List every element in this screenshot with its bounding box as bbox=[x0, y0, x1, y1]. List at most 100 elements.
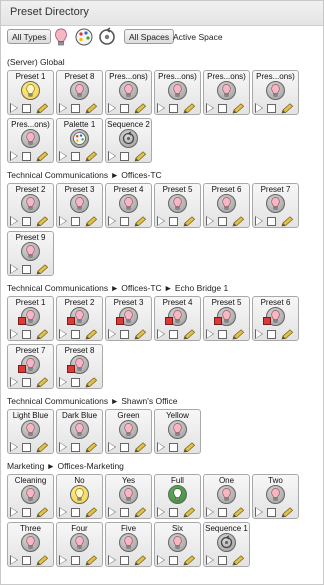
edit-pencil-icon[interactable] bbox=[35, 376, 49, 388]
edit-pencil-icon[interactable] bbox=[84, 102, 98, 114]
preset-tile[interactable]: Dark Blue bbox=[56, 409, 103, 454]
preset-tile[interactable]: Two bbox=[252, 474, 299, 519]
edit-pencil-icon[interactable] bbox=[231, 554, 245, 566]
edit-pencil-icon[interactable] bbox=[133, 506, 147, 518]
stop-checkbox[interactable] bbox=[169, 217, 178, 226]
preset-tile[interactable]: Sequence 2 bbox=[105, 118, 152, 163]
edit-pencil-icon[interactable] bbox=[133, 215, 147, 227]
preset-tile[interactable]: Preset 2 bbox=[7, 183, 54, 228]
stop-checkbox[interactable] bbox=[169, 104, 178, 113]
preset-tile[interactable]: Four bbox=[56, 522, 103, 567]
edit-pencil-icon[interactable] bbox=[35, 215, 49, 227]
edit-pencil-icon[interactable] bbox=[182, 441, 196, 453]
stop-checkbox[interactable] bbox=[22, 378, 31, 387]
preset-tile[interactable]: Sequence 1 bbox=[203, 522, 250, 567]
preset-tile[interactable]: No bbox=[56, 474, 103, 519]
preset-tile[interactable]: Preset 7 bbox=[252, 183, 299, 228]
stop-checkbox[interactable] bbox=[120, 556, 129, 565]
edit-pencil-icon[interactable] bbox=[35, 263, 49, 275]
preset-tile[interactable]: Three bbox=[7, 522, 54, 567]
preset-tile[interactable]: Preset 1 bbox=[7, 296, 54, 341]
stop-checkbox[interactable] bbox=[267, 104, 276, 113]
lightbulb-filter-icon[interactable] bbox=[51, 27, 71, 47]
preset-tile[interactable]: Preset 4 bbox=[105, 183, 152, 228]
edit-pencil-icon[interactable] bbox=[35, 554, 49, 566]
edit-pencil-icon[interactable] bbox=[231, 215, 245, 227]
preset-tile[interactable]: Palette 1 bbox=[56, 118, 103, 163]
preset-tile[interactable]: Preset 3 bbox=[105, 296, 152, 341]
stop-checkbox[interactable] bbox=[71, 378, 80, 387]
edit-pencil-icon[interactable] bbox=[84, 328, 98, 340]
stop-checkbox[interactable] bbox=[71, 556, 80, 565]
stop-checkbox[interactable] bbox=[22, 217, 31, 226]
stop-checkbox[interactable] bbox=[218, 508, 227, 517]
all-types-button[interactable]: All Types bbox=[7, 29, 52, 44]
stop-checkbox[interactable] bbox=[22, 330, 31, 339]
preset-tile[interactable]: Six bbox=[154, 522, 201, 567]
stop-checkbox[interactable] bbox=[120, 104, 129, 113]
preset-tile[interactable]: Preset 7 bbox=[7, 344, 54, 389]
preset-tile[interactable]: Yes bbox=[105, 474, 152, 519]
stop-checkbox[interactable] bbox=[22, 508, 31, 517]
stop-checkbox[interactable] bbox=[71, 104, 80, 113]
stop-checkbox[interactable] bbox=[22, 265, 31, 274]
stop-checkbox[interactable] bbox=[71, 443, 80, 452]
stop-checkbox[interactable] bbox=[71, 152, 80, 161]
edit-pencil-icon[interactable] bbox=[280, 328, 294, 340]
stop-checkbox[interactable] bbox=[22, 443, 31, 452]
active-space-filter[interactable]: Active Space bbox=[173, 32, 223, 42]
stop-checkbox[interactable] bbox=[218, 556, 227, 565]
edit-pencil-icon[interactable] bbox=[133, 554, 147, 566]
preset-tile[interactable]: Preset 9 bbox=[7, 231, 54, 276]
edit-pencil-icon[interactable] bbox=[84, 441, 98, 453]
edit-pencil-icon[interactable] bbox=[182, 554, 196, 566]
edit-pencil-icon[interactable] bbox=[280, 506, 294, 518]
stop-checkbox[interactable] bbox=[71, 217, 80, 226]
preset-tile[interactable]: Cleaning bbox=[7, 474, 54, 519]
title-bar[interactable]: Preset Directory bbox=[1, 1, 323, 26]
stop-checkbox[interactable] bbox=[120, 152, 129, 161]
stop-checkbox[interactable] bbox=[267, 508, 276, 517]
preset-tile[interactable]: Yellow bbox=[154, 409, 201, 454]
edit-pencil-icon[interactable] bbox=[133, 328, 147, 340]
stop-checkbox[interactable] bbox=[218, 330, 227, 339]
edit-pencil-icon[interactable] bbox=[133, 102, 147, 114]
stop-checkbox[interactable] bbox=[120, 508, 129, 517]
edit-pencil-icon[interactable] bbox=[231, 506, 245, 518]
all-spaces-button[interactable]: All Spaces bbox=[124, 29, 175, 44]
stop-checkbox[interactable] bbox=[218, 104, 227, 113]
preset-tile[interactable]: Five bbox=[105, 522, 152, 567]
preset-tile[interactable]: Pres...ons) bbox=[154, 70, 201, 115]
edit-pencil-icon[interactable] bbox=[280, 215, 294, 227]
stop-checkbox[interactable] bbox=[267, 217, 276, 226]
edit-pencil-icon[interactable] bbox=[231, 328, 245, 340]
edit-pencil-icon[interactable] bbox=[84, 215, 98, 227]
stop-checkbox[interactable] bbox=[169, 556, 178, 565]
palette-filter-icon[interactable] bbox=[74, 27, 94, 47]
preset-tile[interactable]: Pres...ons) bbox=[203, 70, 250, 115]
stop-checkbox[interactable] bbox=[71, 508, 80, 517]
edit-pencil-icon[interactable] bbox=[35, 506, 49, 518]
preset-tile[interactable]: Preset 6 bbox=[203, 183, 250, 228]
preset-tile[interactable]: Preset 3 bbox=[56, 183, 103, 228]
edit-pencil-icon[interactable] bbox=[35, 102, 49, 114]
stop-checkbox[interactable] bbox=[22, 152, 31, 161]
sequence-filter-icon[interactable] bbox=[97, 27, 117, 47]
preset-tile[interactable]: Preset 2 bbox=[56, 296, 103, 341]
edit-pencil-icon[interactable] bbox=[35, 441, 49, 453]
stop-checkbox[interactable] bbox=[169, 330, 178, 339]
preset-tile[interactable]: Preset 4 bbox=[154, 296, 201, 341]
stop-checkbox[interactable] bbox=[218, 217, 227, 226]
preset-tile[interactable]: Light Blue bbox=[7, 409, 54, 454]
edit-pencil-icon[interactable] bbox=[35, 150, 49, 162]
edit-pencil-icon[interactable] bbox=[280, 102, 294, 114]
edit-pencil-icon[interactable] bbox=[84, 554, 98, 566]
stop-checkbox[interactable] bbox=[22, 556, 31, 565]
edit-pencil-icon[interactable] bbox=[182, 215, 196, 227]
preset-tile[interactable]: Preset 5 bbox=[203, 296, 250, 341]
edit-pencil-icon[interactable] bbox=[84, 376, 98, 388]
edit-pencil-icon[interactable] bbox=[182, 102, 196, 114]
edit-pencil-icon[interactable] bbox=[133, 441, 147, 453]
stop-checkbox[interactable] bbox=[71, 330, 80, 339]
stop-checkbox[interactable] bbox=[120, 330, 129, 339]
